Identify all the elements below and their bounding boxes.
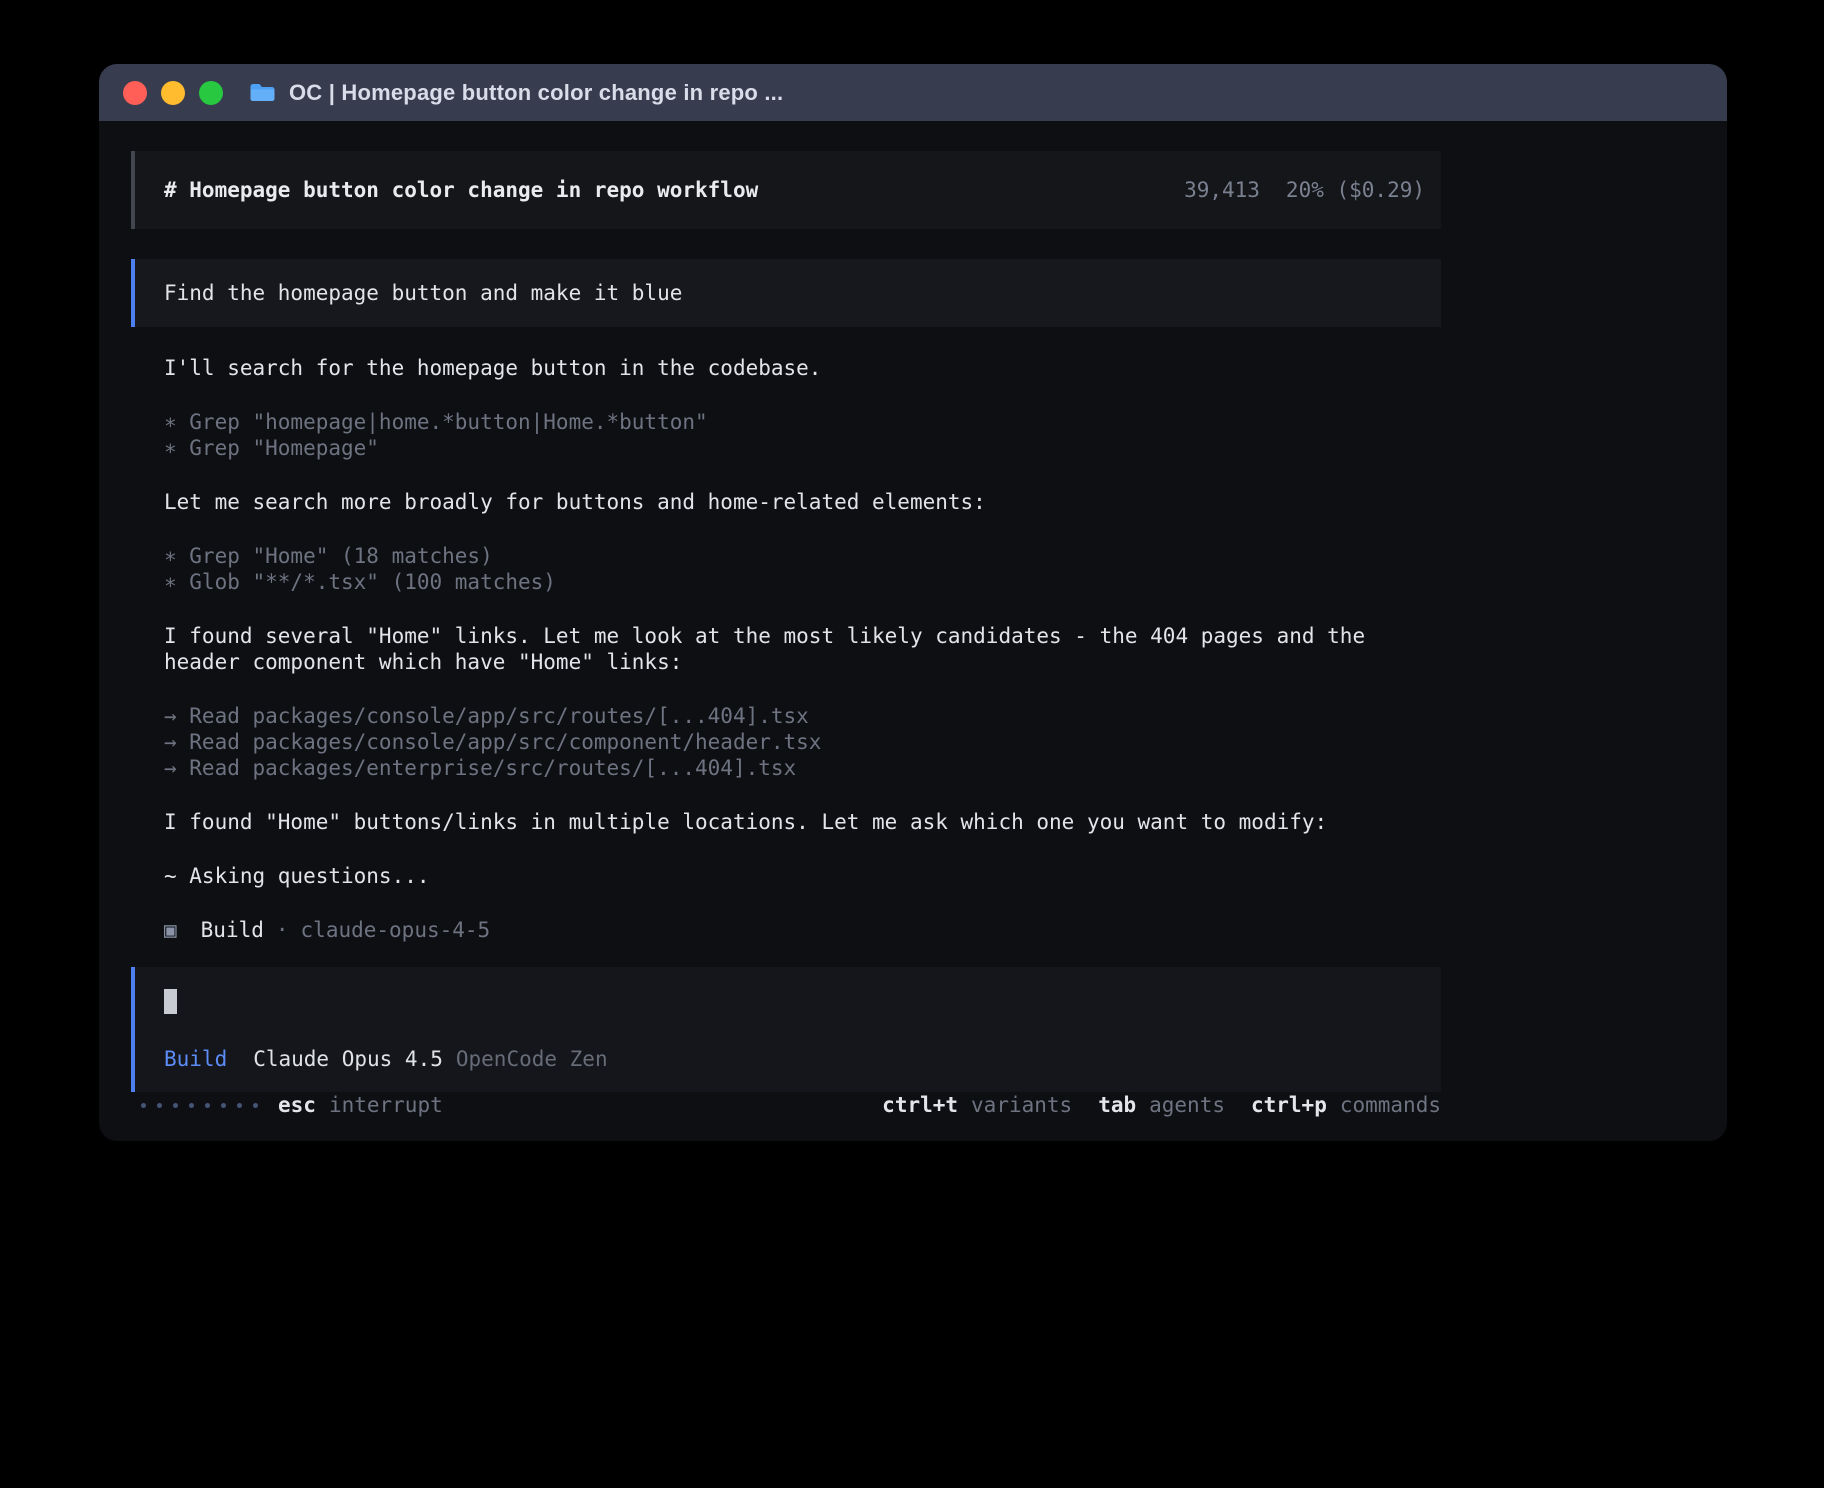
tool-call-group: ∗ Grep "homepage|home.*button|Home.*butt… [131,409,1441,461]
user-message: Find the homepage button and make it blu… [131,259,1441,327]
key-ctrl-p: ctrl+p [1251,1092,1327,1118]
agent-name: Build [201,917,264,943]
tool-call-grep: ∗ Grep "Homepage" [131,435,1441,461]
shortcut-commands: ctrl+p commands [1251,1092,1441,1118]
tool-call-group: → Read packages/console/app/src/routes/[… [131,703,1441,781]
assistant-text: I found "Home" buttons/links in multiple… [131,809,1441,835]
tool-call-read: → Read packages/console/app/src/routes/[… [131,703,1441,729]
session-title: # Homepage button color change in repo w… [164,177,758,203]
close-button[interactable] [123,81,147,105]
tool-call-glob: ∗ Glob "**/*.tsx" (100 matches) [131,569,1441,595]
tool-call-read: → Read packages/console/app/src/componen… [131,729,1441,755]
agent-status-line: ▣ Build · claude-opus-4-5 [131,917,1441,943]
session-header: # Homepage button color change in repo w… [131,151,1441,229]
assistant-text: I found several "Home" links. Let me loo… [131,623,1441,675]
text-cursor [164,989,177,1014]
assistant-text: Let me search more broadly for buttons a… [131,489,1441,515]
input-model-label: Claude Opus 4.5 [253,1046,443,1072]
shortcut-variants: ctrl+t variants [882,1092,1072,1118]
minimize-button[interactable] [161,81,185,105]
session-stats: 39,413 20% ($0.29) [1184,177,1425,203]
label-variants: variants [971,1092,1072,1118]
assistant-status: ~ Asking questions... [131,863,1441,889]
activity-dots [141,1103,258,1108]
token-count: 39,413 [1184,177,1260,203]
tool-call-read: → Read packages/enterprise/src/routes/[.… [131,755,1441,781]
input-agent-label: Build [164,1046,227,1072]
agent-model: claude-opus-4-5 [301,917,491,943]
shortcut-agents: tab agents [1098,1092,1225,1118]
terminal-window: OC | Homepage button color change in rep… [99,64,1727,1141]
separator-dot: · [276,917,289,943]
input-provider-label: OpenCode Zen [456,1046,608,1072]
zoom-button[interactable] [199,81,223,105]
tool-call-group: ∗ Grep "Home" (18 matches) ∗ Glob "**/*.… [131,543,1441,595]
assistant-text: I'll search for the homepage button in t… [131,355,1441,381]
window-title: OC | Homepage button color change in rep… [289,80,783,106]
key-esc: esc [278,1092,316,1118]
tool-call-grep: ∗ Grep "Home" (18 matches) [131,543,1441,569]
window-controls [123,81,223,105]
tool-call-grep: ∗ Grep "homepage|home.*button|Home.*butt… [131,409,1441,435]
label-agents: agents [1149,1092,1225,1118]
label-interrupt: interrupt [329,1092,443,1118]
status-bar: esc interrupt ctrl+t variants tab agents… [131,1092,1441,1118]
prompt-input[interactable]: Build Claude Opus 4.5 OpenCode Zen [131,967,1441,1092]
model-info-line: Build Claude Opus 4.5 OpenCode Zen [164,1046,1425,1072]
folder-icon [249,82,276,103]
shortcut-list: ctrl+t variants tab agents ctrl+p comman… [882,1092,1441,1118]
context-cost: 20% ($0.29) [1286,177,1425,203]
terminal-content: # Homepage button color change in repo w… [99,121,1727,1141]
key-ctrl-t: ctrl+t [882,1092,958,1118]
agent-status-icon: ▣ [164,917,177,943]
label-commands: commands [1340,1092,1441,1118]
key-tab: tab [1098,1092,1136,1118]
titlebar: OC | Homepage button color change in rep… [99,64,1727,121]
shortcut-interrupt: esc interrupt [278,1092,443,1118]
